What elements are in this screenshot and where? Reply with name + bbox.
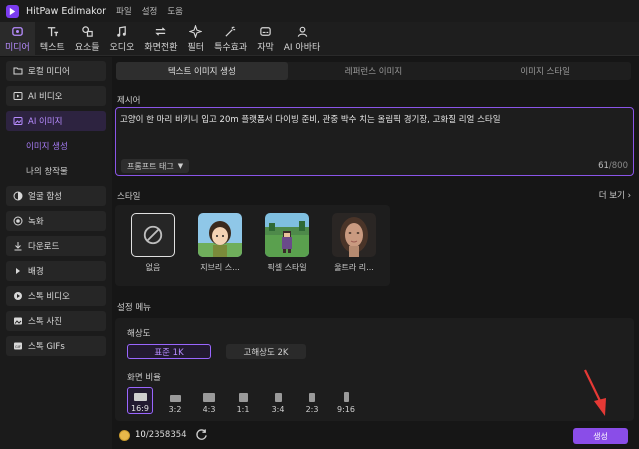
sidebar-item-image-generate[interactable]: 이미지 생성 (6, 136, 106, 156)
sidebar-item-local-media[interactable]: 로컬 미디어 (6, 61, 106, 81)
tab-text-to-image[interactable]: 텍스트 이미지 생성 (116, 62, 288, 80)
prompt-char-count: 61/800 (598, 161, 628, 171)
ratio-3-4-icon (274, 393, 282, 402)
background-icon (13, 266, 23, 276)
bottom-bar: 10/2358354 생성 (112, 421, 639, 449)
tool-ai-avatar[interactable]: AI 아바타 (279, 22, 326, 56)
ratio-9-16[interactable]: 9:16 (333, 387, 359, 414)
pixel-style-thumbnail (265, 213, 309, 257)
generate-button[interactable]: 생성 (573, 428, 628, 444)
ratio-16-9-icon (133, 393, 147, 401)
tool-media[interactable]: 미디어 (0, 22, 35, 56)
resolution-2k-button[interactable]: 고해상도 2K (226, 344, 306, 359)
style-panel: 없음 지브리 스... 픽셀 스타일 울트라 리... (115, 205, 390, 286)
menu-settings[interactable]: 설정 (142, 5, 158, 17)
chevron-right-icon: › (627, 191, 631, 201)
filter-icon (189, 25, 203, 38)
prompt-label: 제시어 (117, 96, 141, 106)
sidebar-item-ai-video[interactable]: AI 비디오 (6, 86, 106, 106)
resolution-label: 해상도 (127, 329, 151, 339)
ratio-16-9[interactable]: 16:9 (127, 387, 153, 414)
sidebar-item-stock-photo[interactable]: 스톡 사진 (6, 311, 106, 331)
stock-video-icon (13, 291, 23, 301)
style-label: 스타일 (117, 192, 141, 202)
prompt-textarea[interactable]: 고양이 한 마리 비키니 입고 20m 플랫폼서 다이빙 준비, 관중 박수 치… (115, 107, 634, 176)
gif-icon: GIF (13, 341, 23, 351)
ratio-9-16-icon (343, 392, 349, 402)
avatar-icon (297, 26, 307, 37)
menu-help[interactable]: 도움 (167, 5, 183, 17)
ratio-3-2[interactable]: 3:2 (162, 387, 188, 414)
credit-balance: 10/2358354 (135, 430, 187, 440)
ratio-4-3[interactable]: 4:3 (196, 387, 222, 414)
svg-text:GIF: GIF (15, 345, 21, 349)
tab-reference-image[interactable]: 레퍼런스 이미지 (288, 62, 460, 80)
download-icon (13, 241, 23, 251)
media-icon (12, 27, 23, 36)
folder-icon (13, 66, 23, 76)
ratio-2-3-icon (309, 393, 315, 402)
prompt-tag-button[interactable]: 프롬프트 태그 ▼ (121, 159, 190, 173)
tool-effects[interactable]: 특수효과 (209, 22, 252, 56)
tool-filter[interactable]: 필터 (183, 22, 210, 56)
ai-image-icon (13, 116, 23, 126)
ghibli-style-thumbnail (198, 213, 242, 257)
ratio-1-1-icon (238, 393, 248, 402)
effects-icon (225, 26, 236, 37)
tab-image-style[interactable]: 이미지 스타일 (459, 62, 631, 80)
tool-elements[interactable]: 요소들 (70, 22, 105, 56)
app-title: HitPaw Edimakor (26, 5, 107, 17)
sidebar-item-stock-video[interactable]: 스톡 비디오 (6, 286, 106, 306)
style-option-ghibli[interactable]: 지브리 스... (197, 213, 243, 273)
transition-icon (155, 27, 167, 36)
refresh-icon[interactable] (195, 428, 208, 441)
tool-text[interactable]: 텍스트 (35, 22, 70, 56)
elements-icon (81, 26, 93, 37)
app-logo-icon (6, 4, 19, 18)
ratio-3-2-icon (169, 395, 181, 402)
tool-audio[interactable]: 오디오 (105, 22, 140, 56)
resolution-1k-button[interactable]: 표준 1K (127, 344, 211, 359)
stock-photo-icon (13, 316, 23, 326)
tool-transition[interactable]: 화면전환 (139, 22, 182, 56)
prompt-text[interactable]: 고양이 한 마리 비키니 입고 20m 플랫폼서 다이빙 준비, 관중 박수 치… (120, 113, 501, 125)
ratio-3-4[interactable]: 3:4 (265, 387, 291, 414)
generate-tabs: 텍스트 이미지 생성 레퍼런스 이미지 이미지 스타일 (116, 62, 631, 80)
style-option-pixel[interactable]: 픽셀 스타일 (264, 213, 310, 273)
sidebar: 로컬 미디어 AI 비디오 AI 이미지 이미지 생성 나의 창작물 얼굴 합성… (0, 57, 112, 449)
caret-down-icon: ▼ (177, 162, 184, 170)
sidebar-item-record[interactable]: 녹화 (6, 211, 106, 231)
audio-icon (117, 26, 127, 37)
ratio-2-3[interactable]: 2:3 (299, 387, 325, 414)
record-icon (13, 216, 23, 226)
sidebar-item-ai-image[interactable]: AI 이미지 (6, 111, 106, 131)
sidebar-item-face-swap[interactable]: 얼굴 합성 (6, 186, 106, 206)
settings-panel (115, 318, 634, 421)
face-swap-icon (13, 191, 23, 201)
sidebar-item-background[interactable]: 배경 (6, 261, 106, 281)
aspect-ratio-label: 화면 비율 (127, 373, 161, 383)
tool-subtitle[interactable]: 자막 (252, 22, 279, 56)
ratio-4-3-icon (203, 393, 215, 402)
more-styles-link[interactable]: 더 보기 › (599, 189, 631, 201)
ratio-1-1[interactable]: 1:1 (230, 387, 256, 414)
sidebar-item-stock-gifs[interactable]: GIF 스톡 GIFs (6, 336, 106, 356)
style-option-none[interactable]: 없음 (130, 213, 176, 273)
menu-file[interactable]: 파일 (116, 5, 132, 17)
main-toolbar: 미디어 텍스트 요소들 오디오 화면전환 필터 특수효과 자막 AI 아바타 (0, 22, 639, 56)
title-bar: HitPaw Edimakor 파일 설정 도움 (0, 0, 639, 22)
style-option-ultra-real[interactable]: 울트라 리... (331, 213, 377, 273)
settings-label: 설정 메뉴 (117, 303, 151, 313)
sidebar-item-my-creations[interactable]: 나의 창작물 (6, 161, 106, 181)
text-icon (47, 27, 58, 37)
ai-video-icon (13, 91, 23, 101)
credit-coin-icon (119, 430, 130, 441)
no-style-icon (131, 213, 175, 257)
sidebar-item-download[interactable]: 다운로드 (6, 236, 106, 256)
main-panel: 텍스트 이미지 생성 레퍼런스 이미지 이미지 스타일 제시어 고양이 한 마리… (112, 57, 639, 449)
ultra-real-style-thumbnail (332, 213, 376, 257)
subtitle-icon (260, 27, 271, 36)
